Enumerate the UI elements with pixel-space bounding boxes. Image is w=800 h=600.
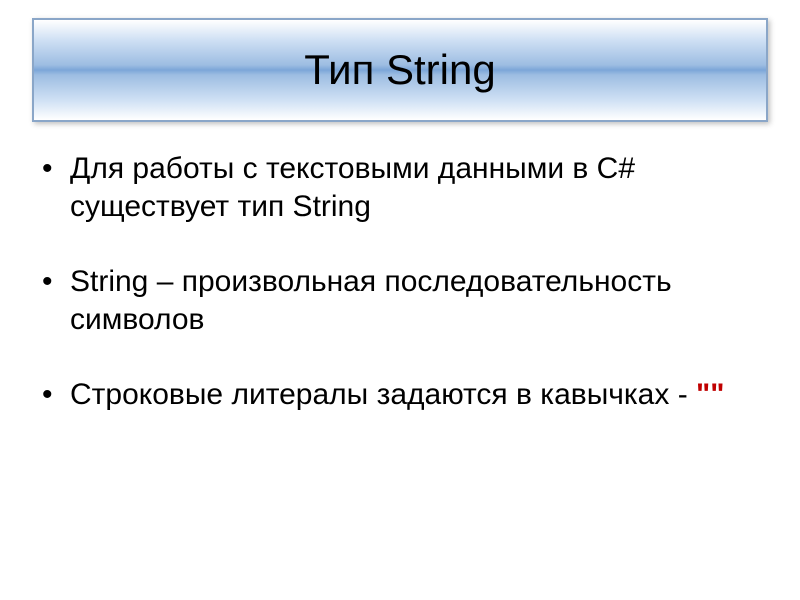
bullet-text: Строковые литералы задаются в кавычках - [70, 378, 696, 411]
list-item: Строковые литералы задаются в кавычках -… [38, 376, 762, 414]
slide: Тип String Для работы с текстовыми данны… [0, 0, 800, 600]
bullet-text: Для работы с текстовыми данными в С# сущ… [70, 152, 635, 223]
slide-title: Тип String [304, 46, 495, 94]
quote-literal: "" [696, 378, 724, 411]
bullet-text: String – произвольная последовательность… [70, 265, 672, 336]
list-item: Для работы с текстовыми данными в С# сущ… [38, 150, 762, 225]
list-item: String – произвольная последовательность… [38, 263, 762, 338]
title-box: Тип String [32, 18, 768, 122]
content-area: Для работы с текстовыми данными в С# сущ… [38, 150, 762, 452]
bullet-list: Для работы с текстовыми данными в С# сущ… [38, 150, 762, 414]
